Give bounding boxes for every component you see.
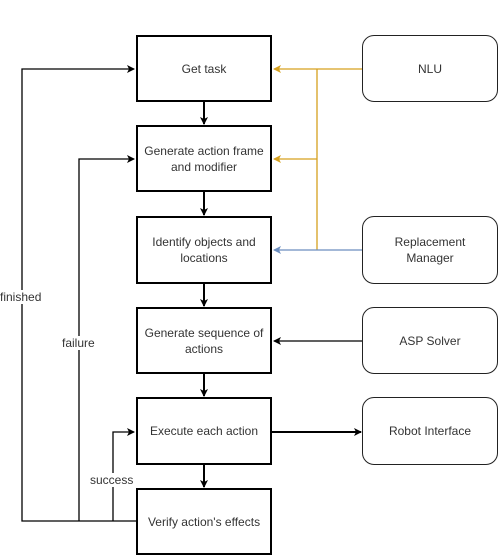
module-asp-solver: ASP Solver (362, 307, 498, 374)
edge-label-success: success (90, 473, 134, 487)
module-robot-interface: Robot Interface (362, 397, 498, 465)
edge-label-finished: finished (0, 290, 42, 304)
edge-label-failure: failure (62, 336, 95, 350)
step-generate-sequence: Generate sequence of actions (136, 307, 272, 374)
step-get-task: Get task (136, 35, 272, 102)
step-verify-effects: Verify action's effects (136, 488, 272, 555)
module-replacement-manager: Replacement Manager (362, 216, 498, 284)
module-nlu: NLU (362, 35, 498, 102)
step-execute-action: Execute each action (136, 397, 272, 465)
step-generate-action-frame: Generate action frame and modifier (136, 125, 272, 192)
step-identify-objects: Identify objects and locations (136, 216, 272, 284)
